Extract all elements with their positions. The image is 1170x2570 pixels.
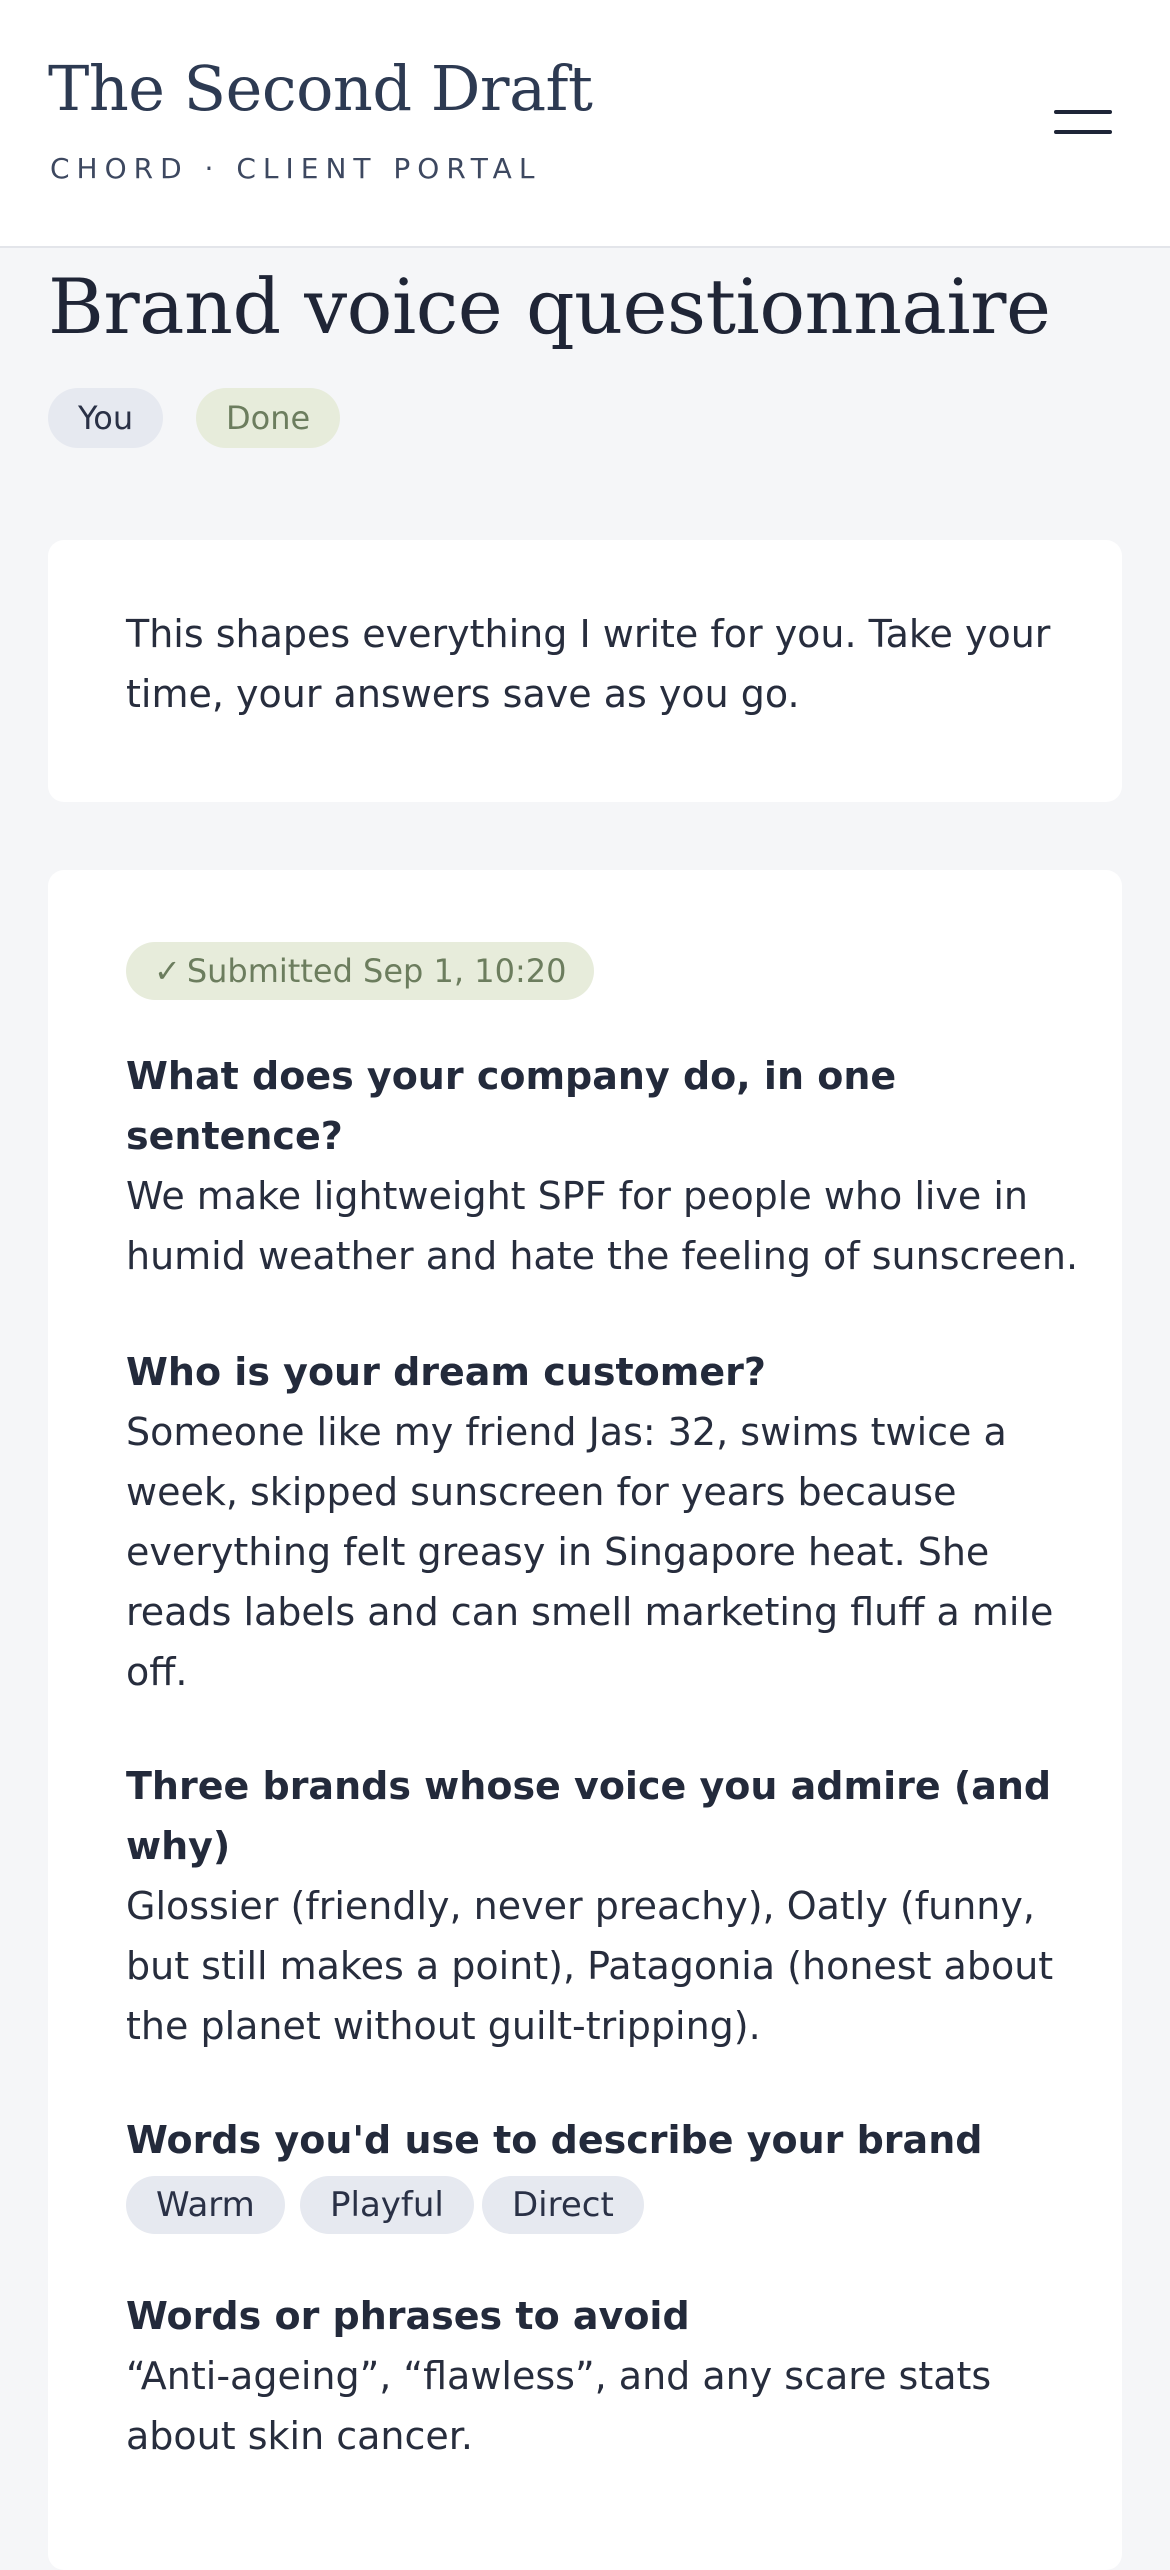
app-header: The Second Draft CHORD · CLIENT PORTAL: [0, 0, 1170, 248]
intro-text: This shapes everything I write for you. …: [126, 612, 1051, 716]
assignee-pill: You: [48, 388, 164, 448]
question-text: What does your company do, in one senten…: [126, 1054, 897, 1158]
answer-text: We make lightweight SPF for people who l…: [126, 1174, 1079, 1278]
question-text: Words you'd use to describe your brand: [126, 2118, 983, 2162]
brand-subtitle: CHORD · CLIENT PORTAL: [50, 152, 542, 185]
menu-bar-top: [1054, 110, 1112, 114]
tag-warm: Warm: [126, 2176, 285, 2234]
tag-direct: Direct: [482, 2176, 644, 2234]
check-icon: ✓: [154, 952, 181, 990]
answer-text: “Anti-ageing”, “flawless”, and any scare…: [126, 2354, 992, 2458]
answer-text: Someone like my friend Jas: 32, swims tw…: [126, 1410, 1054, 1694]
question-block: Three brands whose voice you admire (and…: [126, 1756, 1086, 2056]
brand-title[interactable]: The Second Draft: [48, 52, 593, 125]
brand-words-tags: Warm Playful Direct: [126, 2176, 1086, 2236]
intro-card: This shapes everything I write for you. …: [48, 540, 1122, 802]
question-text: Words or phrases to avoid: [126, 2294, 690, 2338]
submitted-label: Submitted Sep 1, 10:20: [186, 952, 567, 990]
submitted-badge: ✓ Submitted Sep 1, 10:20: [126, 942, 595, 1000]
answers-card: ✓ Submitted Sep 1, 10:20 What does your c…: [48, 870, 1122, 2570]
question-block: What does your company do, in one senten…: [126, 1046, 1086, 1286]
answer-text: Glossier (friendly, never preachy), Oatl…: [126, 1884, 1054, 2048]
question-block: Words you'd use to describe your brand W…: [126, 2110, 1086, 2236]
question-block: Words or phrases to avoid “Anti-ageing”,…: [126, 2286, 1086, 2466]
page-title: Brand voice questionnaire: [48, 262, 1051, 351]
hamburger-menu-icon[interactable]: [1040, 100, 1130, 148]
question-block: Who is your dream customer? Someone like…: [126, 1342, 1086, 1702]
menu-bar-bottom: [1054, 130, 1112, 134]
status-badge: Done: [196, 388, 341, 448]
tag-playful: Playful: [300, 2176, 474, 2234]
question-text: Who is your dream customer?: [126, 1350, 766, 1394]
question-text: Three brands whose voice you admire (and…: [126, 1764, 1052, 1868]
